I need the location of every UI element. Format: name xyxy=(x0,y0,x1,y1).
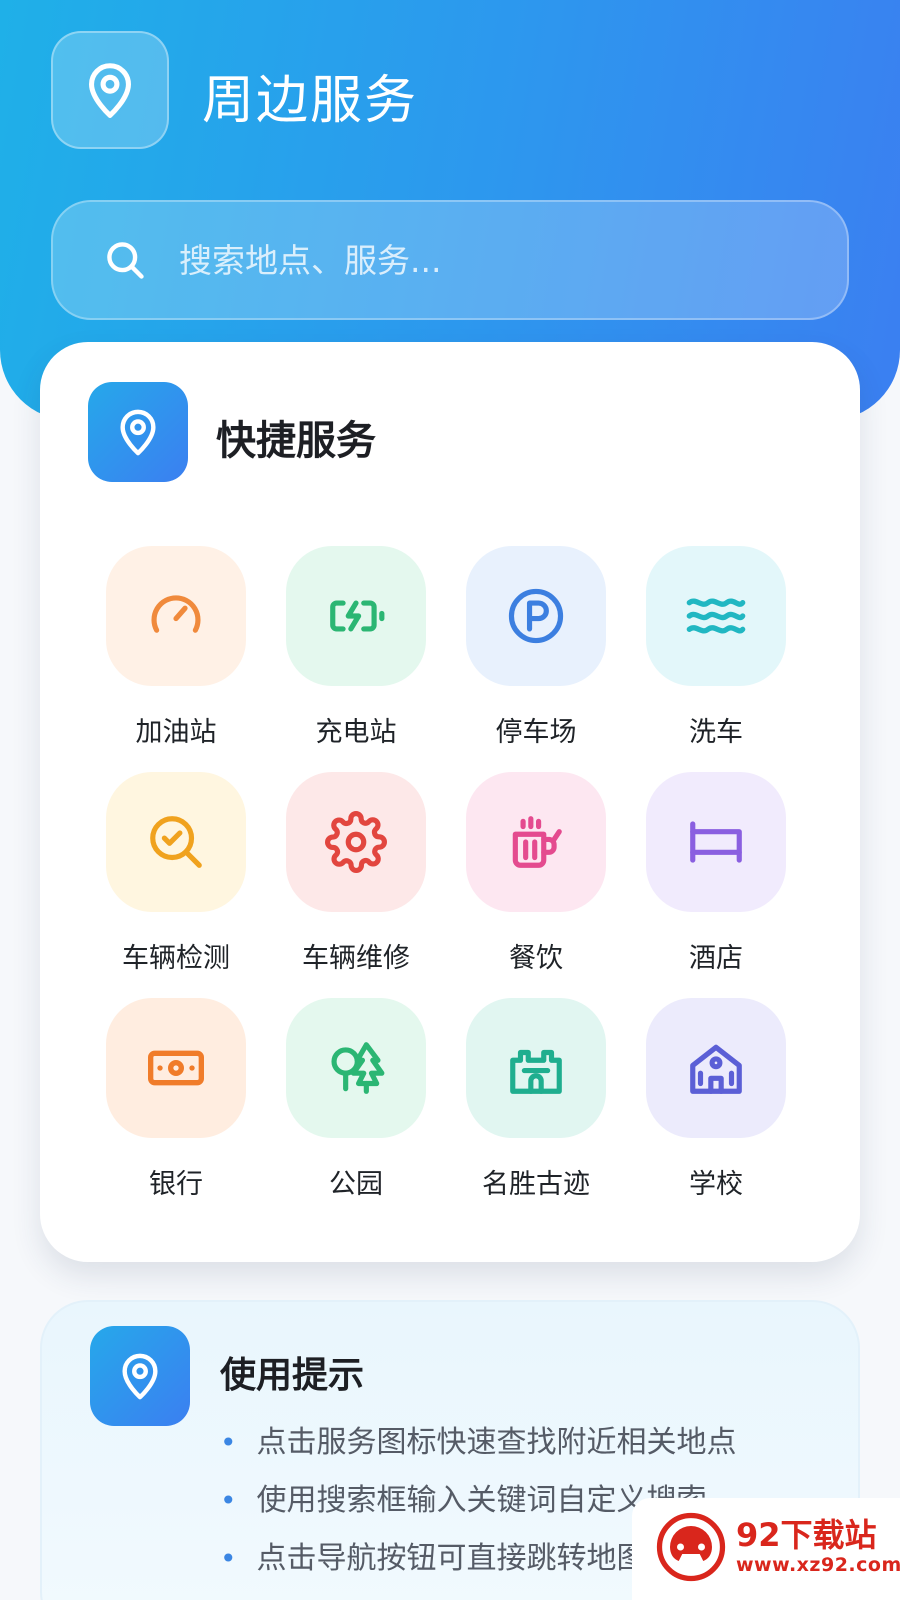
quick-services-title: 快捷服务 xyxy=(216,418,376,464)
tip-item: 点击服务图标快速查找附近相关地点 xyxy=(220,1414,737,1472)
service-label: 洗车 xyxy=(689,717,743,748)
header-location-badge xyxy=(51,31,169,149)
location-pin-icon xyxy=(122,1353,158,1400)
service-label: 学校 xyxy=(689,1169,743,1200)
trees-icon xyxy=(331,1042,385,1094)
service-vehicle-inspection[interactable]: 车辆检测 xyxy=(96,772,256,975)
parking-icon xyxy=(508,588,564,644)
location-pin-icon xyxy=(89,63,131,118)
service-bank[interactable]: 银行 xyxy=(96,998,256,1201)
location-pin-icon xyxy=(120,409,156,456)
service-label: 餐饮 xyxy=(509,943,563,974)
service-label: 停车场 xyxy=(495,717,577,748)
search-bar[interactable] xyxy=(51,200,849,320)
service-historic-site[interactable]: 名胜古迹 xyxy=(456,998,616,1201)
quick-services-card: 快捷服务 加油站 充电站 停车场 洗车 车辆检测 车辆维修 餐饮 酒店 银行 公… xyxy=(40,342,860,1262)
bed-icon xyxy=(690,821,742,863)
service-gas-station[interactable]: 加油站 xyxy=(96,546,256,749)
search-check-icon xyxy=(150,816,202,868)
speedometer-icon xyxy=(151,595,201,633)
usage-tips-badge xyxy=(90,1326,190,1426)
usage-tips-title: 使用提示 xyxy=(220,1355,365,1396)
gamepad-logo-icon xyxy=(656,1512,726,1582)
service-label: 酒店 xyxy=(689,943,743,974)
banknote-icon xyxy=(148,1050,204,1086)
service-label: 车辆检测 xyxy=(122,943,230,974)
service-hotel[interactable]: 酒店 xyxy=(636,772,796,975)
service-dining[interactable]: 餐饮 xyxy=(456,772,616,975)
service-park[interactable]: 公园 xyxy=(276,998,436,1201)
service-charging-station[interactable]: 充电站 xyxy=(276,546,436,749)
service-parking[interactable]: 停车场 xyxy=(456,546,616,749)
service-tile[interactable] xyxy=(286,772,426,912)
battery-charging-icon xyxy=(330,600,385,632)
waves-icon xyxy=(686,598,746,634)
search-icon xyxy=(107,242,144,279)
service-tile[interactable] xyxy=(106,546,246,686)
service-label: 名胜古迹 xyxy=(482,1169,590,1200)
school-icon xyxy=(690,1044,742,1094)
watermark: 92下载站 www.xz92.com xyxy=(632,1498,900,1600)
service-label: 银行 xyxy=(149,1169,203,1200)
service-label: 车辆维修 xyxy=(302,943,410,974)
watermark-title: 92下载站 xyxy=(736,1516,877,1554)
search-input[interactable] xyxy=(179,240,779,280)
service-tile[interactable] xyxy=(286,998,426,1138)
service-tile[interactable] xyxy=(466,546,606,686)
service-tile[interactable] xyxy=(106,772,246,912)
service-label: 充电站 xyxy=(315,717,397,748)
gear-icon xyxy=(325,811,387,873)
service-tile[interactable] xyxy=(646,772,786,912)
quick-services-badge xyxy=(88,382,188,482)
service-tile[interactable] xyxy=(646,998,786,1138)
service-school[interactable]: 学校 xyxy=(636,998,796,1201)
service-tile[interactable] xyxy=(646,546,786,686)
service-tile[interactable] xyxy=(466,772,606,912)
service-tile[interactable] xyxy=(106,998,246,1138)
service-tile[interactable] xyxy=(466,998,606,1138)
service-label: 公园 xyxy=(329,1169,383,1200)
castle-icon xyxy=(510,1049,562,1094)
service-car-wash[interactable]: 洗车 xyxy=(636,546,796,749)
beer-mug-icon xyxy=(512,816,562,868)
watermark-url: www.xz92.com xyxy=(736,1554,900,1576)
page-title: 周边服务 xyxy=(202,71,419,131)
service-tile[interactable] xyxy=(286,546,426,686)
service-label: 加油站 xyxy=(135,717,217,748)
service-vehicle-repair[interactable]: 车辆维修 xyxy=(276,772,436,975)
